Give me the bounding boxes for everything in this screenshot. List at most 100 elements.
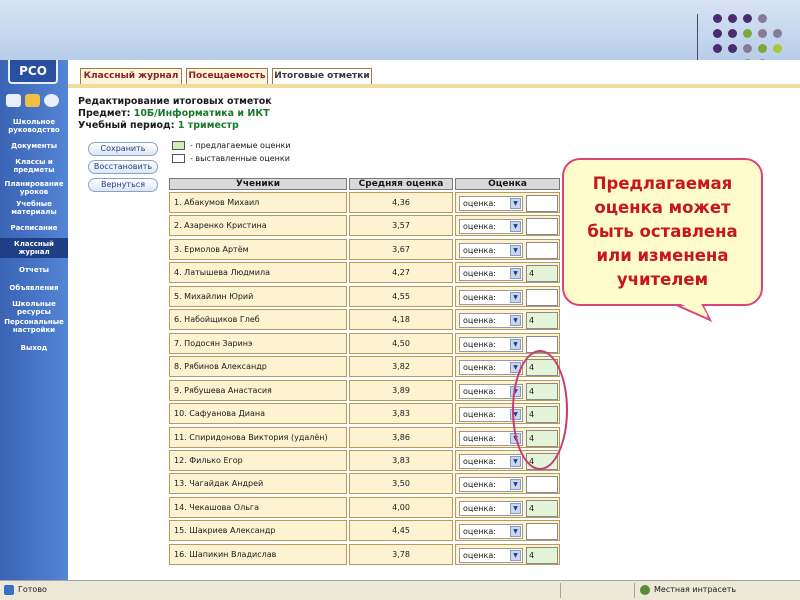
page-header: Редактирование итоговых отметок Предмет:… <box>78 96 272 132</box>
table-row: 7. Подосян Заринэ 4,50 оценка: ▼ <box>169 332 560 354</box>
sidebar-item-11[interactable]: Персональные настройки <box>0 318 68 334</box>
help-icon[interactable] <box>44 94 59 107</box>
tab-1[interactable]: Классный журнал <box>80 68 182 84</box>
grade-input[interactable]: 4 <box>526 312 558 330</box>
student-name-cell: 15. Шакриев Александр <box>169 520 347 542</box>
grade-input[interactable] <box>526 476 558 494</box>
average-grade-cell: 3,83 <box>349 403 453 425</box>
grade-select-label: оценка: <box>463 386 496 396</box>
save-button[interactable]: Сохранить <box>88 142 158 156</box>
sidebar: РСО Школьное руководство Документы Классы … <box>0 60 68 580</box>
decoration-dot <box>728 44 737 53</box>
grade-input[interactable]: 4 <box>526 499 558 517</box>
grade-input[interactable]: 4 <box>526 546 558 564</box>
grade-select-label: оценка: <box>463 245 496 255</box>
grade-select-label: оценка: <box>463 316 496 326</box>
average-grade-cell: 4,27 <box>349 262 453 284</box>
legend-suggested-swatch <box>172 141 185 150</box>
grade-select-label: оценка: <box>463 222 496 232</box>
security-zone-text: Местная интрасеть <box>654 585 737 594</box>
tab-3[interactable]: Итоговые отметки <box>272 68 372 84</box>
chevron-down-icon[interactable]: ▼ <box>510 291 521 303</box>
chevron-down-icon[interactable]: ▼ <box>510 479 521 491</box>
chevron-down-icon[interactable]: ▼ <box>510 268 521 280</box>
grade-select-label: оценка: <box>463 456 496 466</box>
decoration-dot <box>743 29 752 38</box>
chevron-down-icon[interactable]: ▼ <box>510 338 521 350</box>
average-grade-cell: 4,00 <box>349 496 453 518</box>
table-row: 12. Филько Егор 3,83 оценка: ▼ 4 <box>169 449 560 471</box>
grade-input[interactable] <box>526 288 558 306</box>
grade-cell: оценка: ▼ <box>455 238 560 260</box>
period-label: Учебный период: <box>78 120 175 131</box>
tab-2[interactable]: Посещаемость <box>186 68 268 84</box>
sidebar-item-7[interactable]: Классный журнал <box>0 238 68 258</box>
chevron-down-icon[interactable]: ▼ <box>510 455 521 467</box>
grade-cell: оценка: ▼ 4 <box>455 309 560 331</box>
subject-label: Предмет: <box>78 108 131 119</box>
grade-input[interactable] <box>526 241 558 259</box>
restore-button[interactable]: Восстановить <box>88 160 158 174</box>
sidebar-item-4[interactable]: Планирование уроков <box>0 180 68 196</box>
decoration-dot <box>758 14 767 23</box>
sidebar-item-1[interactable]: Школьное руководство <box>0 118 68 134</box>
grade-select[interactable]: оценка: ▼ <box>459 336 523 352</box>
grade-input[interactable]: 4 <box>526 265 558 283</box>
grade-select[interactable]: оценка: ▼ <box>459 313 523 329</box>
grade-input[interactable] <box>526 523 558 541</box>
chevron-down-icon[interactable]: ▼ <box>510 549 521 561</box>
sidebar-item-3[interactable]: Классы и предметы <box>0 158 68 174</box>
average-grade-cell: 3,86 <box>349 426 453 448</box>
chevron-down-icon[interactable]: ▼ <box>510 244 521 256</box>
grade-select[interactable]: оценка: ▼ <box>459 477 523 493</box>
grade-select[interactable]: оценка: ▼ <box>459 500 523 516</box>
grade-cell: оценка: ▼ 4 <box>455 262 560 284</box>
grade-select-label: оценка: <box>463 527 496 537</box>
chevron-down-icon[interactable]: ▼ <box>510 198 521 209</box>
grade-select[interactable]: оценка: ▼ <box>459 547 523 563</box>
page-title: Редактирование итоговых отметок <box>78 96 272 107</box>
status-bar: Готово Местная интрасеть <box>0 580 800 600</box>
chevron-down-icon[interactable]: ▼ <box>510 315 521 327</box>
grade-input[interactable] <box>526 195 558 212</box>
grade-select[interactable]: оценка: ▼ <box>459 219 523 235</box>
period-line: Учебный период: 1 триместр <box>78 120 272 132</box>
sidebar-item-6[interactable]: Расписание <box>0 224 68 232</box>
slide-divider-line <box>697 14 698 60</box>
average-grade-cell: 3,82 <box>349 356 453 378</box>
grade-select[interactable]: оценка: ▼ <box>459 242 523 258</box>
callout-line: быть оставлена <box>587 222 738 241</box>
student-name-cell: 5. Михайлин Юрий <box>169 285 347 307</box>
table-row: 11. Спиридонова Виктория (удалён) 3,86 оце… <box>169 426 560 448</box>
sidebar-item-12[interactable]: Выход <box>0 344 68 352</box>
grade-select[interactable]: оценка: ▼ <box>459 360 523 376</box>
table-row: 14. Чекашова Ольга 4,00 оценка: ▼ 4 <box>169 496 560 518</box>
sidebar-item-5[interactable]: Учебные материалы <box>0 200 68 216</box>
chevron-down-icon[interactable]: ▼ <box>510 526 521 538</box>
student-name-cell: 1. Абакумов Михаил <box>169 192 347 213</box>
grade-select-label: оценка: <box>463 269 496 279</box>
chevron-down-icon[interactable]: ▼ <box>510 502 521 514</box>
table-row: 5. Михайлин Юрий 4,55 оценка: ▼ <box>169 285 560 307</box>
users-icon[interactable] <box>25 94 40 107</box>
average-grade-cell: 4,36 <box>349 192 453 213</box>
table-row: 9. Рябушева Анастасия 3,89 оценка: ▼ 4 <box>169 379 560 401</box>
grade-select-label: оценка: <box>463 433 496 443</box>
sidebar-item-10[interactable]: Школьные ресурсы <box>0 300 68 316</box>
average-grade-cell: 4,50 <box>349 332 453 354</box>
callout-line: Предлагаемая <box>592 174 733 193</box>
grade-select[interactable]: оценка: ▼ <box>459 289 523 305</box>
app-logo[interactable]: РСО <box>8 60 58 84</box>
sidebar-item-2[interactable]: Документы <box>0 142 68 150</box>
sidebar-item-8[interactable]: Отчеты <box>0 266 68 274</box>
grade-select[interactable]: оценка: ▼ <box>459 453 523 469</box>
back-button[interactable]: Вернуться <box>88 178 158 192</box>
app-window: РСО Школьное руководство Документы Классы … <box>0 60 800 600</box>
grade-input[interactable] <box>526 218 558 236</box>
mail-icon[interactable] <box>6 94 21 107</box>
sidebar-item-9[interactable]: Объявления <box>0 284 68 292</box>
grade-select[interactable]: оценка: ▼ <box>459 524 523 540</box>
grade-select[interactable]: оценка: ▼ <box>459 266 523 282</box>
chevron-down-icon[interactable]: ▼ <box>510 221 521 233</box>
grade-select[interactable]: оценка: ▼ <box>459 196 523 211</box>
